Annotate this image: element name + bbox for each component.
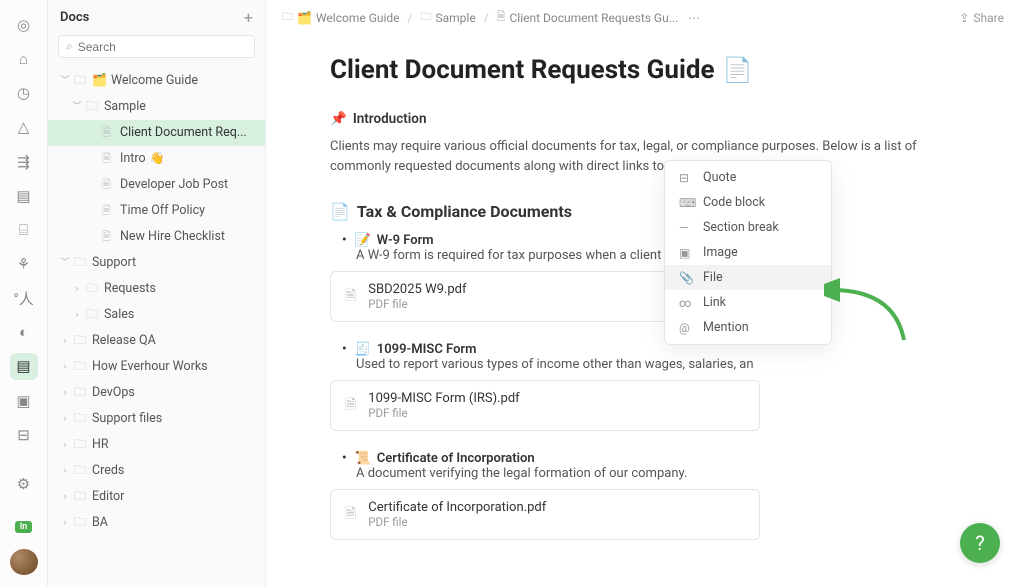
file-icon: 🗎 (345, 394, 356, 418)
avatar[interactable] (10, 549, 38, 575)
tree-item-welcome[interactable]: ﹀🗀🗂️Welcome Guide (48, 68, 265, 94)
tree-item-support[interactable]: ﹀🗀Support (48, 250, 265, 276)
attachment-icon: 📎 (679, 271, 693, 285)
gear-icon[interactable]: ⚙ (10, 471, 38, 497)
code-icon: ⌨ (679, 196, 693, 210)
tree-item-hr[interactable]: ›🗀HR (48, 432, 265, 458)
section-break-icon: — (679, 221, 693, 235)
tree-item-time-off[interactable]: 🗎Time Off Policy (48, 198, 265, 224)
intro-heading: 📌Introduction (330, 109, 960, 131)
more-icon[interactable]: ⋯ (688, 11, 700, 25)
tree-item-support-files[interactable]: ›🗀Support files (48, 406, 265, 432)
menu-item-section-break[interactable]: —Section break (665, 215, 831, 240)
tree-item-developer[interactable]: 🗎Developer Job Post (48, 172, 265, 198)
sidebar-title: Docs (60, 10, 244, 25)
crumb-root[interactable]: 🗀🗂️Welcome Guide (282, 8, 400, 27)
section-heading: 📄Tax & Compliance Documents (330, 202, 960, 221)
bell-icon[interactable]: △ (10, 114, 38, 140)
clock-icon[interactable]: ◷ (10, 80, 38, 106)
calendar-icon[interactable]: ▤ (10, 183, 38, 209)
reports-icon[interactable]: ◐ (10, 319, 38, 345)
tree-item-sales[interactable]: ›🗀Sales (48, 302, 265, 328)
box-icon[interactable]: ⊟ (10, 422, 38, 448)
tree-item-intro[interactable]: 🗎Intro👋 (48, 146, 265, 172)
tree-item-requests[interactable]: ›🗀Requests (48, 276, 265, 302)
slash-menu: ⊟Quote ⌨Code block —Section break ▣Image… (664, 160, 832, 345)
menu-item-file[interactable]: 📎File (665, 265, 831, 290)
menu-item-image[interactable]: ▣Image (665, 240, 831, 265)
tree-item-sample[interactable]: ﹀🗀Sample (48, 94, 265, 120)
search-input[interactable]: ⌕ (58, 35, 255, 58)
crumb-current[interactable]: 🗎Client Document Requests Gu... (497, 8, 679, 27)
logo-icon[interactable]: ◎ (10, 12, 38, 38)
briefcase-icon[interactable]: ⌸ (10, 217, 38, 243)
tree-item-new-hire[interactable]: 🗎New Hire Checklist (48, 224, 265, 250)
file-attachment[interactable]: 🗎 1099-MISC Form (IRS).pdf PDF file (330, 380, 760, 431)
mention-icon: @ (679, 321, 693, 335)
crumb-sample[interactable]: 🗀Sample (420, 8, 475, 27)
sidebar: Docs + ⌕ ﹀🗀🗂️Welcome Guide ﹀🗀Sample 🗎Cli… (48, 0, 266, 587)
page-content: Client Document Requests Guide 📄 📌Introd… (266, 35, 1024, 587)
tree-item-everhour[interactable]: ›🗀How Everhour Works (48, 354, 265, 380)
file-attachment[interactable]: 🗎 Certificate of Incorporation.pdf PDF f… (330, 489, 760, 540)
tasks-icon[interactable]: ⇶ (10, 149, 38, 175)
doc-tree: ﹀🗀🗂️Welcome Guide ﹀🗀Sample 🗎Client Docum… (48, 66, 265, 587)
file-icon: 🗎 (345, 285, 356, 309)
tree-item-creds[interactable]: ›🗀Creds (48, 458, 265, 484)
quote-icon: ⊟ (679, 171, 693, 185)
team-icon[interactable]: ⚘ (10, 251, 38, 277)
image-icon: ▣ (679, 246, 693, 260)
search-icon: ⌕ (66, 39, 73, 54)
icon-rail: ◎ ⌂ ◷ △ ⇶ ▤ ⌸ ⚘ °人 ◐ ▤ ▣ ⊟ ⚙ In (0, 0, 48, 587)
tree-item-release[interactable]: ›🗀Release QA (48, 328, 265, 354)
person-icon[interactable]: °人 (10, 285, 38, 311)
tree-item-ba[interactable]: ›🗀BA (48, 510, 265, 536)
share-button[interactable]: ⇪Share (959, 11, 1004, 25)
list-item: 🧾1099-MISC Form Used to report various t… (342, 342, 960, 372)
list-item: 📜Certificate of Incorporation A document… (342, 451, 960, 481)
menu-item-quote[interactable]: ⊟Quote (665, 165, 831, 190)
list-item: 📝W-9 Form A W-9 form is required for tax… (342, 233, 960, 263)
menu-item-code[interactable]: ⌨Code block (665, 190, 831, 215)
status-badge: In (15, 521, 33, 533)
menu-item-mention[interactable]: @Mention (665, 315, 831, 340)
add-doc-button[interactable]: + (244, 8, 253, 27)
menu-item-link[interactable]: ∞Link (665, 290, 831, 315)
tree-item-client-doc[interactable]: 🗎Client Document Req... (48, 120, 265, 146)
home-icon[interactable]: ⌂ (10, 46, 38, 72)
share-icon: ⇪ (959, 11, 969, 25)
docs-icon[interactable]: ▤ (10, 353, 38, 379)
main: 🗀🗂️Welcome Guide / 🗀Sample / 🗎Client Doc… (266, 0, 1024, 587)
file-icon: 🗎 (345, 503, 356, 527)
page-title: Client Document Requests Guide 📄 (330, 55, 960, 85)
tree-item-devops[interactable]: ›🗀DevOps (48, 380, 265, 406)
help-button[interactable]: ? (960, 523, 1000, 563)
archive-icon[interactable]: ▣ (10, 388, 38, 414)
breadcrumb: 🗀🗂️Welcome Guide / 🗀Sample / 🗎Client Doc… (266, 0, 1024, 35)
link-icon: ∞ (679, 296, 693, 310)
page-title-icon: 📄 (723, 56, 753, 84)
tree-item-editor[interactable]: ›🗀Editor (48, 484, 265, 510)
intro-body: Clients may require various official doc… (330, 137, 960, 179)
